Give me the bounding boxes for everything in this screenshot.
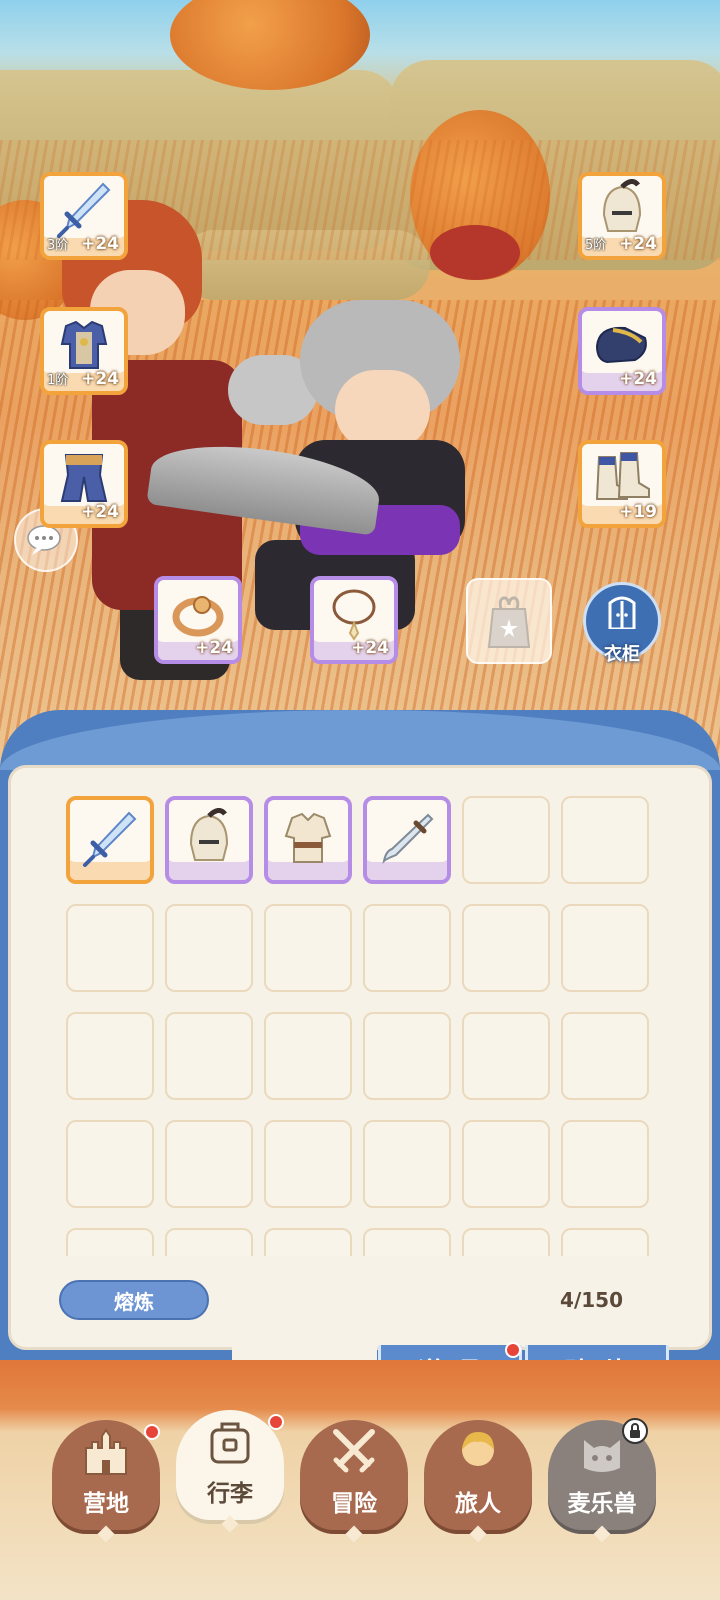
inventory-empty-slot bbox=[363, 1120, 451, 1208]
inventory-empty-slot bbox=[66, 1120, 154, 1208]
inventory-empty-slot bbox=[264, 904, 352, 992]
crossed-swords-icon bbox=[328, 1428, 380, 1480]
leg-armor-slot[interactable]: +24 bbox=[40, 440, 128, 528]
inventory-empty-slot bbox=[165, 1228, 253, 1256]
lock-icon bbox=[622, 1418, 648, 1444]
inventory-empty-slot bbox=[264, 1228, 352, 1256]
dagger-icon bbox=[376, 807, 438, 873]
gloves-slot[interactable]: +24 bbox=[578, 307, 666, 395]
enhance-level: +24 bbox=[195, 638, 233, 658]
inventory-empty-slot bbox=[264, 1012, 352, 1100]
gift-button[interactable] bbox=[466, 578, 552, 664]
inventory-empty-slot bbox=[165, 1012, 253, 1100]
helmet-slot[interactable]: 5阶 +24 bbox=[578, 172, 666, 260]
inventory-empty-slot bbox=[462, 1120, 550, 1208]
nav-badge bbox=[144, 1424, 160, 1440]
inventory-item-slot[interactable] bbox=[66, 796, 154, 884]
inventory-item-slot[interactable] bbox=[363, 796, 451, 884]
nav-label: 旅人 bbox=[455, 1491, 501, 1517]
inventory-empty-slot bbox=[264, 1120, 352, 1208]
necklace-slot[interactable]: +24 bbox=[310, 576, 398, 664]
inventory-empty-slot bbox=[561, 1228, 649, 1256]
traveler-portrait-icon bbox=[452, 1428, 504, 1480]
enhance-level: +19 bbox=[619, 502, 657, 522]
nav-backpack[interactable]: 行李 bbox=[176, 1410, 284, 1533]
inventory-grid bbox=[66, 796, 656, 1256]
nav-label: 麦乐兽 bbox=[567, 1491, 637, 1517]
enhance-level: +24 bbox=[619, 369, 657, 389]
inventory-empty-slot bbox=[165, 1120, 253, 1208]
backpack-icon bbox=[204, 1418, 256, 1470]
enhance-level: +24 bbox=[81, 234, 119, 254]
smelt-button[interactable]: 熔炼 bbox=[59, 1280, 209, 1320]
castle-icon bbox=[80, 1428, 132, 1480]
ring-slot[interactable]: +24 bbox=[154, 576, 242, 664]
boots-slot[interactable]: +19 bbox=[578, 440, 666, 528]
enhance-level: +24 bbox=[351, 638, 389, 658]
tunic-icon bbox=[278, 808, 338, 872]
inventory-empty-slot bbox=[462, 796, 550, 884]
inventory-capacity: 4/150 bbox=[560, 1288, 623, 1312]
nav-badge bbox=[268, 1414, 284, 1430]
nav-crossed-swords[interactable]: 冒险 bbox=[300, 1420, 408, 1543]
chat-bubble-icon bbox=[27, 525, 61, 555]
nav-traveler-portrait[interactable]: 旅人 bbox=[424, 1420, 532, 1543]
inventory-empty-slot bbox=[165, 904, 253, 992]
inventory-empty-slot bbox=[561, 796, 649, 884]
cat-creature-icon bbox=[576, 1428, 628, 1480]
enhance-level: +24 bbox=[81, 502, 119, 522]
enhance-level: +24 bbox=[81, 369, 119, 389]
tier-label: 3阶 bbox=[47, 238, 69, 253]
inventory-empty-slot bbox=[66, 1228, 154, 1256]
inventory-empty-slot bbox=[66, 904, 154, 992]
chest-armor-slot[interactable]: 1阶 +24 bbox=[40, 307, 128, 395]
inventory-empty-slot bbox=[363, 1228, 451, 1256]
inventory-item-slot[interactable] bbox=[165, 796, 253, 884]
wardrobe-icon bbox=[608, 596, 636, 629]
inventory-panel: 熔炼 4/150 bbox=[8, 765, 712, 1350]
nav-castle[interactable]: 营地 bbox=[52, 1420, 160, 1543]
inventory-empty-slot bbox=[561, 904, 649, 992]
gauntlet-icon bbox=[591, 316, 653, 376]
creature-sprite bbox=[430, 225, 520, 280]
inventory-empty-slot bbox=[561, 1012, 649, 1100]
inventory-empty-slot bbox=[363, 1012, 451, 1100]
nav-label: 营地 bbox=[83, 1491, 129, 1517]
sword-icon bbox=[79, 807, 141, 873]
tier-label: 1阶 bbox=[47, 373, 69, 388]
inventory-empty-slot bbox=[66, 1012, 154, 1100]
helmet-icon bbox=[179, 808, 239, 872]
inventory-empty-slot bbox=[462, 1012, 550, 1100]
inventory-empty-slot bbox=[363, 904, 451, 992]
enhance-level: +24 bbox=[619, 234, 657, 254]
nav-label: 行李 bbox=[207, 1481, 253, 1507]
inventory-empty-slot bbox=[561, 1120, 649, 1208]
inventory-empty-slot bbox=[462, 904, 550, 992]
tier-label: 5阶 bbox=[585, 238, 607, 253]
wardrobe-label: 衣柜 bbox=[604, 644, 640, 665]
inventory-item-slot[interactable] bbox=[264, 796, 352, 884]
tab-items-badge bbox=[505, 1342, 521, 1358]
gift-bag-icon bbox=[487, 596, 531, 648]
weapon-slot[interactable]: 3阶 +24 bbox=[40, 172, 128, 260]
inventory-empty-slot bbox=[462, 1228, 550, 1256]
nav-label: 冒险 bbox=[331, 1491, 377, 1517]
